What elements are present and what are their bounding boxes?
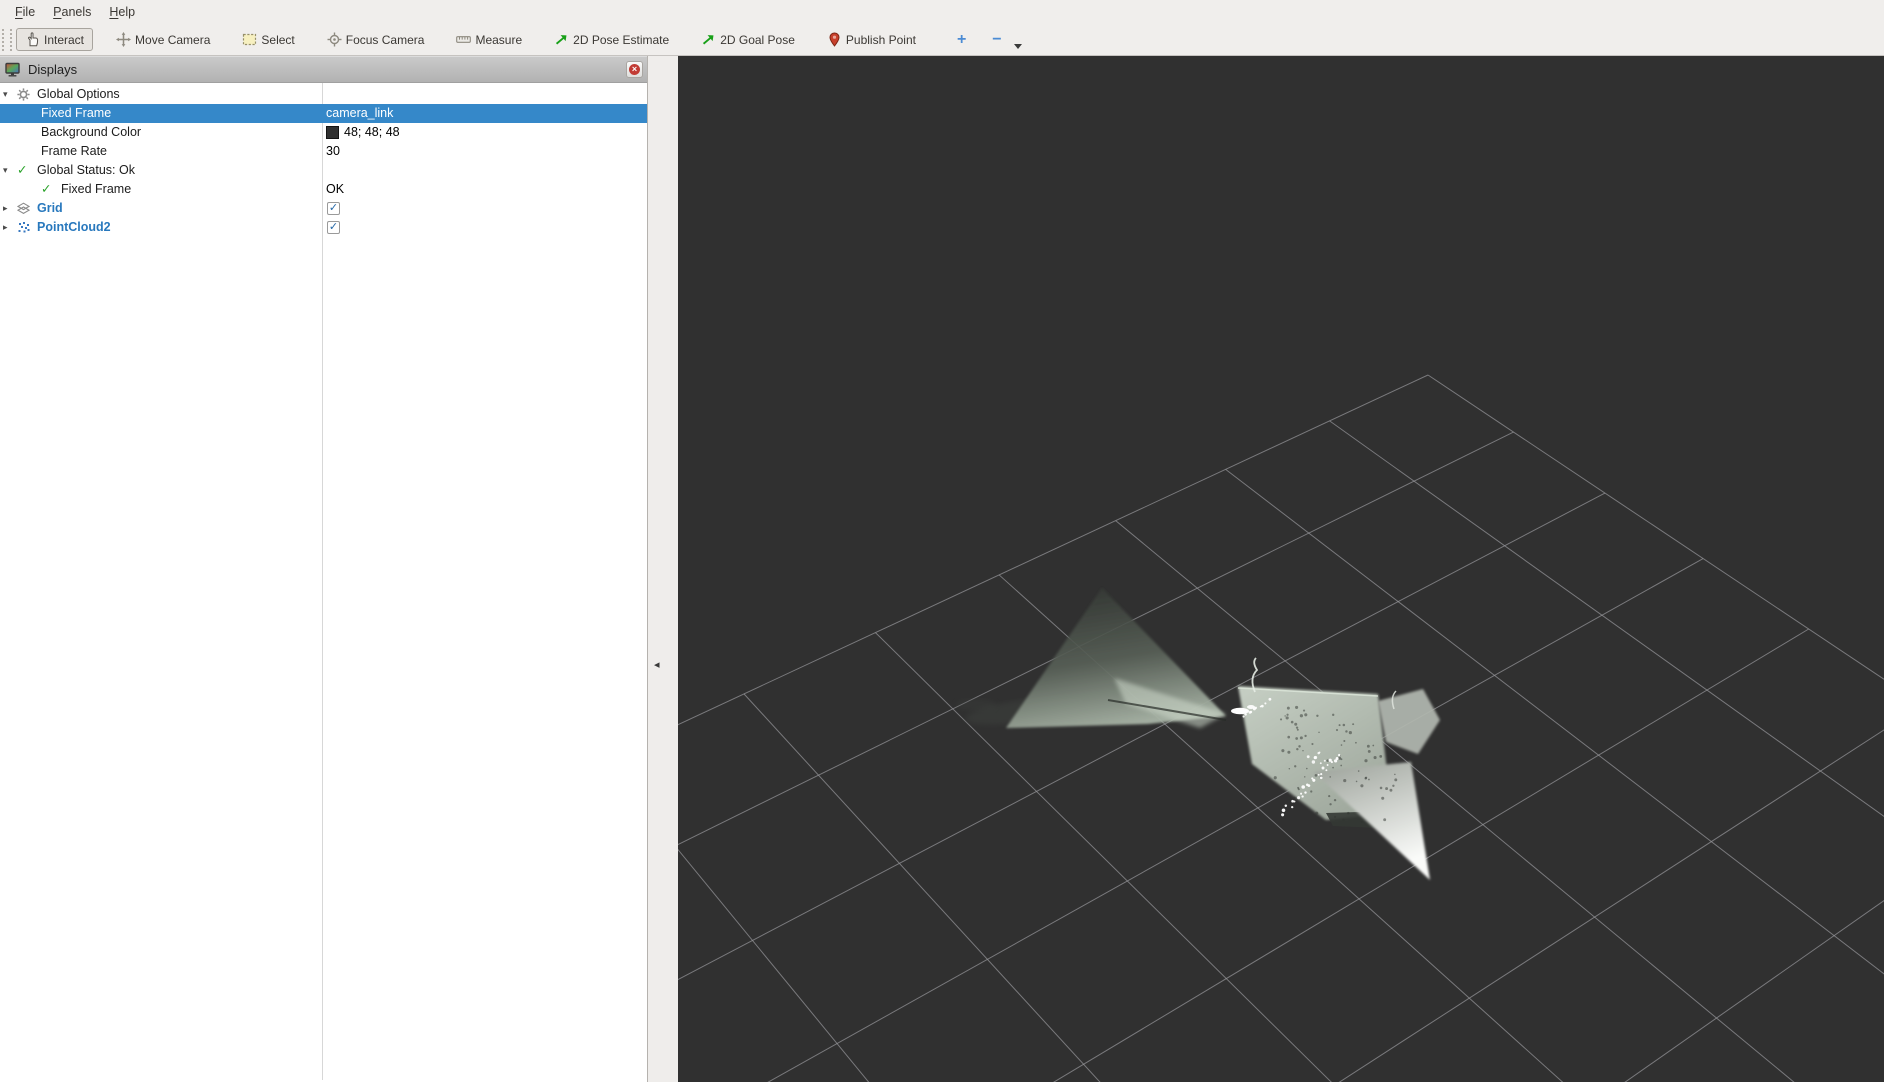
- tool-label: 2D Pose Estimate: [573, 33, 669, 47]
- displays-monitor-icon: [5, 62, 21, 78]
- enable-checkbox[interactable]: ✓: [327, 202, 340, 215]
- tool-label: Focus Camera: [346, 33, 425, 47]
- property-value[interactable]: 48; 48; 48: [326, 123, 400, 142]
- tool-button-measure[interactable]: Measure: [447, 28, 531, 51]
- toolbar-grip-handle[interactable]: [2, 29, 12, 51]
- row-left: ✓ Fixed Frame: [0, 180, 647, 199]
- property-value[interactable]: OK: [326, 180, 344, 199]
- 3d-viewport[interactable]: [678, 56, 1884, 1082]
- tree-row-fixed-frame-status[interactable]: ✓ Fixed Frame OK: [0, 180, 647, 199]
- row-left: Frame Rate: [0, 142, 647, 161]
- tree-row-grid[interactable]: ▸ Grid ✓: [0, 199, 647, 218]
- tool-button-2d-goal-pose[interactable]: 2D Goal Pose: [692, 28, 804, 51]
- add-tool-button[interactable]: +: [949, 32, 974, 47]
- tree-row-fixed-frame[interactable]: Fixed Frame camera_link: [0, 104, 647, 123]
- hand-icon: [25, 32, 40, 47]
- tree-row-background-color[interactable]: Background Color 48; 48; 48: [0, 123, 647, 142]
- displays-panel-header: Displays ×: [0, 56, 647, 83]
- property-value[interactable]: camera_link: [326, 104, 393, 123]
- tool-button-move-camera[interactable]: Move Camera: [107, 28, 219, 51]
- expander-expanded-icon[interactable]: ▾: [3, 161, 17, 180]
- displays-panel: Displays × ▾ Global OptionsFixed Frameca…: [0, 56, 648, 1082]
- tool-button-publish-point[interactable]: Publish Point: [818, 28, 925, 51]
- property-label: Grid: [37, 199, 63, 218]
- property-label: Frame Rate: [41, 142, 107, 161]
- tool-label: Interact: [44, 33, 84, 47]
- panel-viewport-splitter[interactable]: ◂: [648, 56, 678, 1082]
- tool-button-focus-camera[interactable]: Focus Camera: [318, 28, 434, 51]
- property-label: Background Color: [41, 123, 141, 142]
- expander-collapsed-icon[interactable]: ▸: [3, 218, 17, 237]
- grid-icon: [17, 202, 30, 215]
- ruler-icon: [456, 32, 471, 47]
- row-left: ▾✓ Global Status: Ok: [0, 161, 647, 180]
- tool-label: Measure: [475, 33, 522, 47]
- tool-label: 2D Goal Pose: [720, 33, 795, 47]
- pointcloud-icon: [17, 221, 30, 234]
- menu-item-help[interactable]: Help: [100, 2, 144, 22]
- row-left: Fixed Frame: [0, 104, 647, 123]
- collapse-panel-arrow-icon[interactable]: ◂: [652, 656, 662, 673]
- tool-label: Publish Point: [846, 33, 916, 47]
- rviz-window: FilePanelsHelp Interact Move Camera Select…: [0, 0, 1884, 1082]
- pose-arrow-icon: [554, 32, 569, 47]
- row-left: ▸ PointCloud2: [0, 218, 647, 237]
- close-icon: ×: [629, 64, 640, 75]
- remove-tool-button[interactable]: −: [984, 32, 1009, 47]
- tree-row-pointcloud2[interactable]: ▸ PointCloud2 ✓: [0, 218, 647, 237]
- panel-title: Displays: [28, 62, 77, 77]
- tree-row-global-status[interactable]: ▾✓ Global Status: Ok: [0, 161, 647, 180]
- gear-icon: [17, 88, 30, 101]
- focus-icon: [327, 32, 342, 47]
- pointcloud-render: [956, 588, 1440, 880]
- toolbar-overflow-icon[interactable]: [1014, 44, 1022, 49]
- displays-tree: ▾ Global OptionsFixed Framecamera_linkBa…: [0, 83, 647, 1080]
- panel-close-button[interactable]: ×: [626, 61, 643, 78]
- color-swatch: [326, 126, 339, 139]
- enable-checkbox[interactable]: ✓: [327, 221, 340, 234]
- property-label: PointCloud2: [37, 218, 111, 237]
- select-box-icon: [242, 32, 257, 47]
- goal-arrow-icon: [701, 32, 716, 47]
- row-left: ▸ Grid: [0, 199, 647, 218]
- status-check-icon: ✓: [17, 161, 30, 180]
- toolbar: Interact Move Camera Select Focus Camera Mea…: [0, 24, 1884, 56]
- tool-label: Move Camera: [135, 33, 210, 47]
- move-icon: [116, 32, 131, 47]
- expander-expanded-icon[interactable]: ▾: [3, 85, 17, 104]
- property-value[interactable]: 30: [326, 142, 340, 161]
- tree-row-frame-rate[interactable]: Frame Rate 30: [0, 142, 647, 161]
- property-label: Fixed Frame: [61, 180, 131, 199]
- status-check-icon: ✓: [41, 180, 54, 199]
- tool-button-select[interactable]: Select: [233, 28, 303, 51]
- property-label: Fixed Frame: [41, 104, 111, 123]
- expander-collapsed-icon[interactable]: ▸: [3, 199, 17, 218]
- pin-icon: [827, 32, 842, 47]
- tool-button-2d-pose-estimate[interactable]: 2D Pose Estimate: [545, 28, 678, 51]
- menu-bar: FilePanelsHelp: [0, 0, 1884, 24]
- property-label: Global Status: Ok: [37, 161, 135, 180]
- tree-row-global-options[interactable]: ▾ Global Options: [0, 85, 647, 104]
- tool-button-interact[interactable]: Interact: [16, 28, 93, 51]
- row-left: Background Color: [0, 123, 647, 142]
- menu-item-panels[interactable]: Panels: [44, 2, 100, 22]
- tool-label: Select: [261, 33, 294, 47]
- menu-item-file[interactable]: File: [6, 2, 44, 22]
- property-label: Global Options: [37, 85, 120, 104]
- row-left: ▾ Global Options: [0, 85, 647, 104]
